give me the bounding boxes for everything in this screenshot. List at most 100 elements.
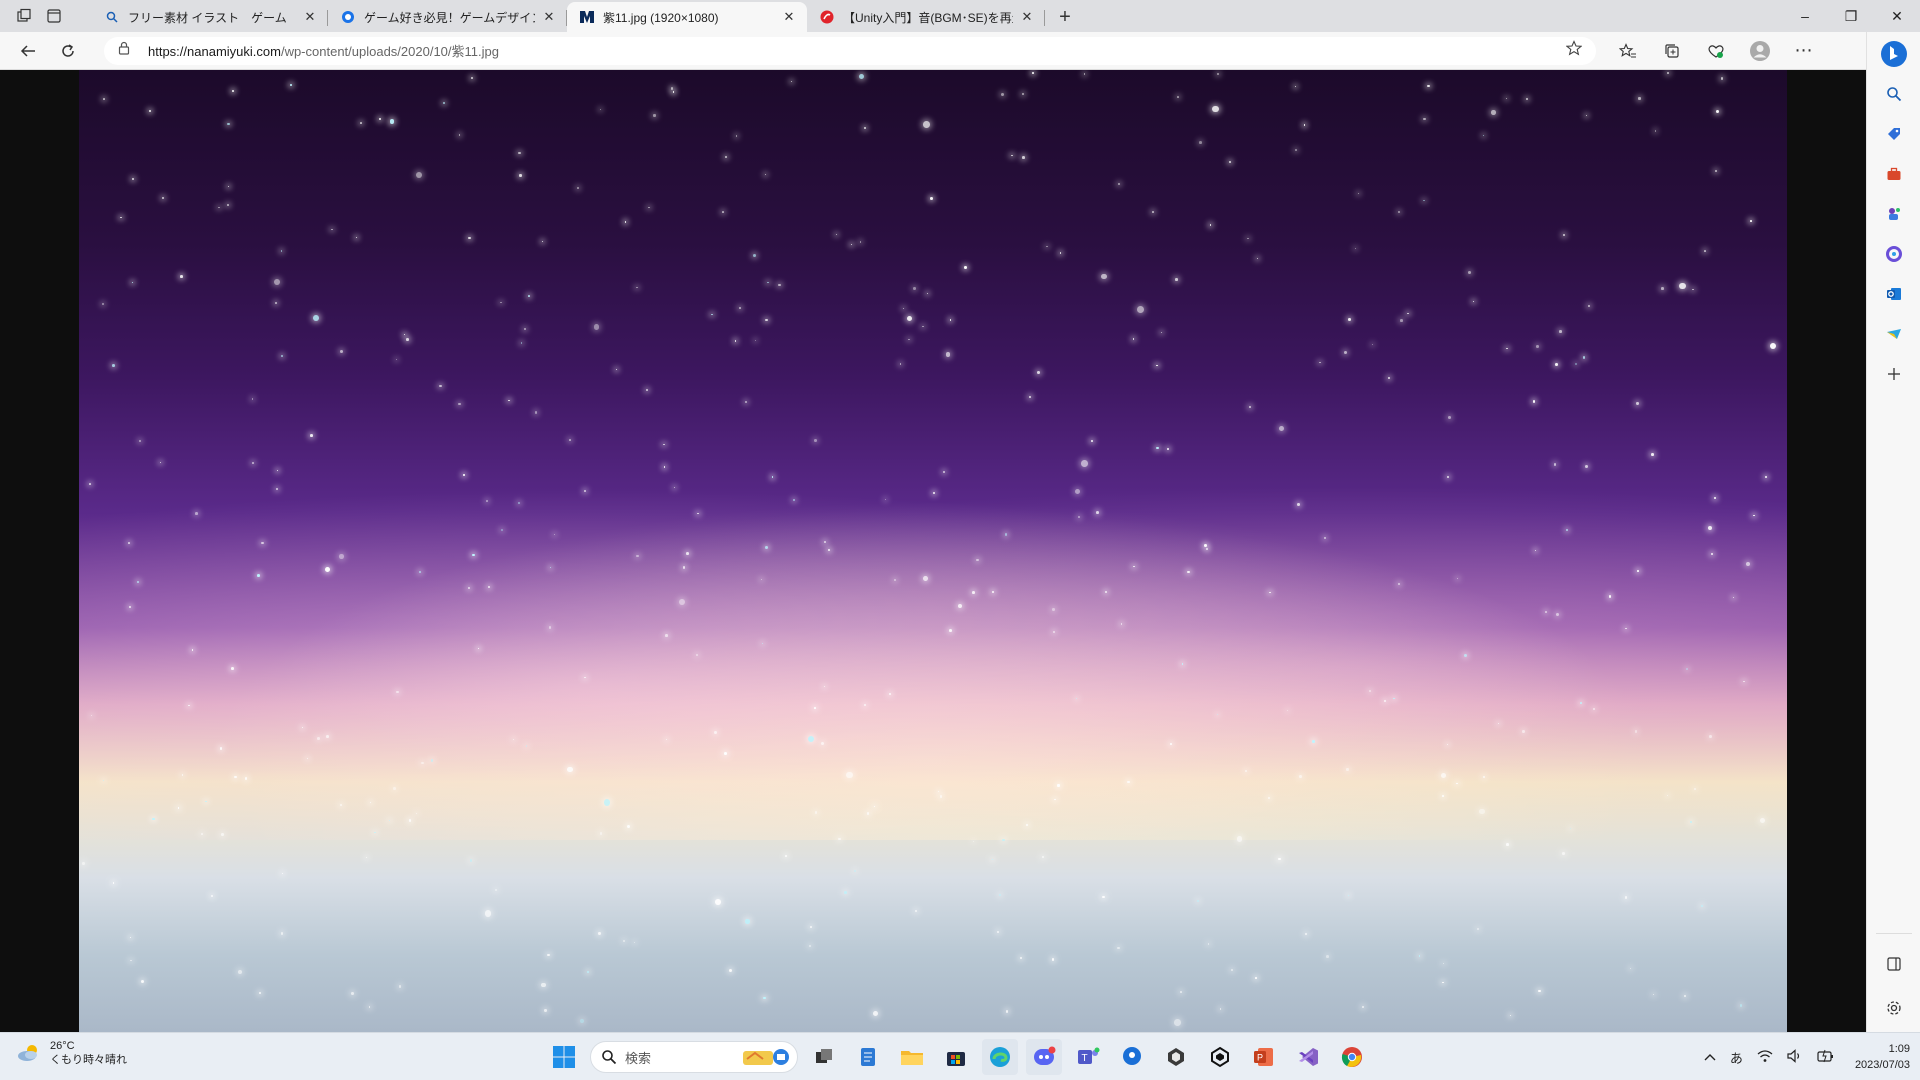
star: [1468, 270, 1472, 274]
star: [181, 774, 184, 776]
star: [1505, 97, 1507, 100]
clock[interactable]: 1:09 2023/07/03: [1855, 1041, 1910, 1073]
star: [231, 89, 235, 93]
edge-browser-icon[interactable]: [982, 1039, 1018, 1075]
weather-description: くもり時々晴れ: [50, 1054, 127, 1066]
star: [1624, 896, 1628, 899]
star: [1684, 995, 1687, 998]
ime-indicator[interactable]: あ: [1730, 1048, 1743, 1067]
star: [695, 654, 698, 656]
tab-unity[interactable]: 【Unity入門】音(BGM･SE)を再生す ✕: [807, 2, 1045, 32]
outlook-icon[interactable]: [1876, 276, 1912, 312]
discord-icon[interactable]: [1026, 1039, 1062, 1075]
maps-pin-icon[interactable]: [1114, 1039, 1150, 1075]
file-explorer-icon[interactable]: [894, 1039, 930, 1075]
star: [1652, 993, 1655, 996]
star: [544, 1009, 547, 1012]
shopping-tag-icon[interactable]: [1876, 116, 1912, 152]
more-options-icon[interactable]: ⋯: [1786, 36, 1822, 66]
drop-send-icon[interactable]: [1876, 316, 1912, 352]
star: [1102, 895, 1105, 899]
tab-actions-icon[interactable]: [46, 8, 62, 24]
star: [227, 204, 229, 207]
star: [1057, 784, 1060, 787]
star: [1562, 233, 1565, 237]
show-hidden-icons-chevron-icon[interactable]: [1704, 1050, 1716, 1065]
star: [140, 980, 144, 983]
star: [1666, 72, 1669, 75]
bing-chat-icon[interactable]: [1876, 36, 1912, 72]
games-icon[interactable]: [1876, 196, 1912, 232]
hide-sidebar-icon[interactable]: [1876, 946, 1912, 982]
search-icon[interactable]: [1876, 76, 1912, 112]
url-text[interactable]: https://nanamiyuki.com/wp-content/upload…: [148, 41, 1566, 60]
refresh-button[interactable]: [48, 35, 88, 67]
close-tab-icon[interactable]: ✕: [302, 9, 318, 25]
tab-image-active[interactable]: 紫11.jpg (1920×1080) ✕: [567, 2, 807, 32]
minimize-button[interactable]: –: [1782, 0, 1828, 32]
powerpoint-icon[interactable]: P: [1246, 1039, 1282, 1075]
taskbar-search[interactable]: 検索: [590, 1041, 798, 1073]
teams-icon[interactable]: T: [1070, 1039, 1106, 1075]
workspaces-icon[interactable]: [16, 8, 32, 24]
collections-icon[interactable]: [1654, 36, 1690, 66]
star: [1245, 770, 1247, 773]
microsoft-365-icon[interactable]: [1876, 236, 1912, 272]
close-tab-icon[interactable]: ✕: [1019, 9, 1035, 25]
close-tab-icon[interactable]: ✕: [781, 9, 797, 25]
star: [312, 315, 319, 322]
star: [392, 786, 396, 790]
star: [1506, 843, 1510, 846]
star: [653, 114, 656, 117]
star: [843, 890, 847, 894]
star: [785, 854, 787, 857]
notepad-icon[interactable]: [850, 1039, 886, 1075]
star: [1346, 768, 1349, 771]
star: [111, 364, 115, 368]
task-view-icon[interactable]: [806, 1039, 842, 1075]
star: [1634, 730, 1638, 733]
star: [568, 439, 571, 442]
star: [1303, 124, 1306, 127]
star: [1011, 154, 1013, 156]
star: [101, 303, 105, 306]
battery-plug-icon[interactable]: [1817, 1049, 1835, 1066]
wifi-icon[interactable]: [1757, 1049, 1773, 1066]
new-tab-button[interactable]: +: [1049, 2, 1081, 32]
lock-icon[interactable]: [118, 41, 134, 60]
add-sidebar-app-icon[interactable]: [1876, 356, 1912, 392]
star: [518, 151, 521, 155]
favorites-icon[interactable]: [1610, 36, 1646, 66]
unity-editor-icon[interactable]: [1202, 1039, 1238, 1075]
tab-game-design[interactable]: ゲーム好き必見！ゲームデザイン フリー ✕: [328, 2, 567, 32]
back-button[interactable]: [8, 35, 48, 67]
star: [523, 327, 526, 330]
sidebar-settings-icon[interactable]: [1876, 990, 1912, 1026]
browser-essentials-icon[interactable]: [1698, 36, 1734, 66]
star: [1021, 92, 1024, 96]
star: [646, 388, 649, 392]
volume-icon[interactable]: [1787, 1048, 1803, 1066]
maximize-button[interactable]: ❐: [1828, 0, 1874, 32]
microsoft-store-icon[interactable]: [938, 1039, 974, 1075]
favorite-star-icon[interactable]: [1565, 40, 1583, 61]
start-button[interactable]: [546, 1039, 582, 1075]
weather-widget[interactable]: 26°C くもり時々晴れ: [16, 1039, 127, 1067]
star: [1294, 85, 1296, 87]
tab-search[interactable]: フリー素材 イラスト ゲーム タイトル ✕: [92, 2, 328, 32]
unity-hub-icon[interactable]: [1158, 1039, 1194, 1075]
address-bar[interactable]: https://nanamiyuki.com/wp-content/upload…: [104, 36, 1596, 65]
close-window-button[interactable]: ✕: [1874, 0, 1920, 32]
star: [814, 438, 818, 442]
url-path: /wp-content/uploads/2020/10/紫11.jpg: [280, 44, 499, 59]
star: [1764, 475, 1767, 478]
tools-briefcase-icon[interactable]: [1876, 156, 1912, 192]
star: [922, 326, 924, 328]
star: [1456, 577, 1458, 579]
chrome-icon[interactable]: [1334, 1039, 1370, 1075]
profile-avatar[interactable]: [1742, 36, 1778, 66]
address-toolbar: https://nanamiyuki.com/wp-content/upload…: [0, 32, 1920, 70]
visual-studio-icon[interactable]: [1290, 1039, 1326, 1075]
close-tab-icon[interactable]: ✕: [541, 9, 557, 25]
star: [603, 799, 611, 806]
